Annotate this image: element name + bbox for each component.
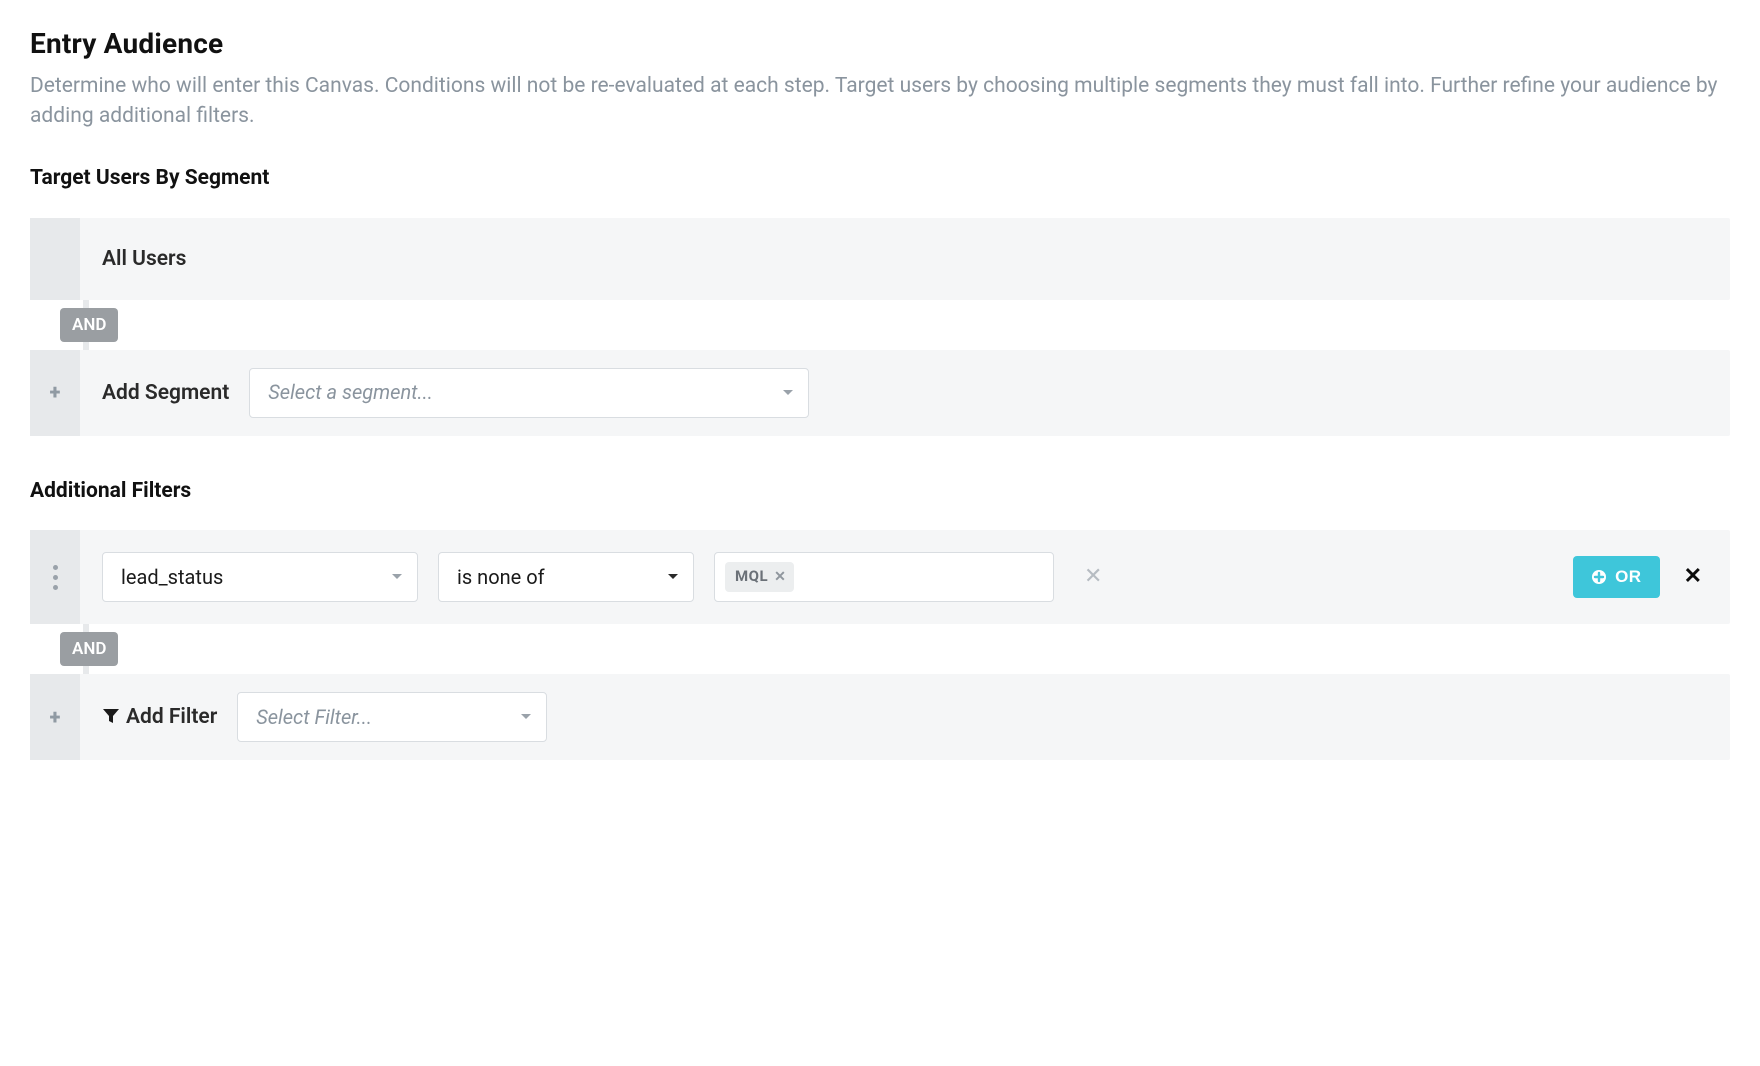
add-segment-handle[interactable]: + — [30, 350, 80, 436]
add-filter-handle[interactable]: + — [30, 674, 80, 760]
plus-circle-icon — [1591, 569, 1607, 585]
segments-section-title: Target Users By Segment — [30, 163, 1730, 193]
filter-attribute-select[interactable]: lead_status — [102, 552, 418, 602]
filter-value-tag-text: MQL — [735, 566, 768, 588]
filter-attribute-value: lead_status — [121, 563, 223, 592]
caret-down-icon — [782, 387, 794, 399]
remove-tag-icon[interactable]: ✕ — [774, 567, 786, 587]
add-segment-label: Add Segment — [102, 378, 229, 408]
filter-operator-select[interactable]: is none of — [438, 552, 694, 602]
filter-select[interactable]: Select Filter... — [237, 692, 547, 742]
plus-icon: + — [50, 703, 61, 732]
filter-row: lead_status is none of MQL ✕ ✕ — [30, 530, 1730, 624]
filter-row-handle[interactable] — [30, 530, 80, 624]
remove-filter-icon[interactable]: ✕ — [1684, 561, 1702, 593]
segment-row: All Users — [30, 218, 1730, 300]
caret-down-icon — [520, 711, 532, 723]
add-filter-text: Add Filter — [126, 705, 217, 729]
filter-operator-value: is none of — [457, 563, 545, 592]
segment-select[interactable]: Select a segment... — [249, 368, 809, 418]
or-button-label: OR — [1615, 567, 1642, 587]
clear-filter-value-icon[interactable]: ✕ — [1080, 561, 1106, 593]
page-title: Entry Audience — [30, 24, 1730, 65]
filter-value-tag: MQL ✕ — [725, 562, 794, 592]
filter-value-input[interactable]: MQL ✕ — [714, 552, 1054, 602]
add-segment-row: + Add Segment Select a segment... — [30, 350, 1730, 436]
and-chip: AND — [60, 308, 118, 342]
segment-select-placeholder: Select a segment... — [268, 378, 433, 407]
filter-select-placeholder: Select Filter... — [256, 703, 372, 732]
caret-down-icon — [391, 571, 403, 583]
segment-row-label: All Users — [102, 244, 186, 274]
add-filter-label: Add Filter — [102, 702, 217, 732]
drag-handle-icon — [53, 565, 58, 590]
funnel-icon — [102, 707, 120, 725]
caret-down-icon — [667, 571, 679, 583]
or-button[interactable]: OR — [1573, 556, 1660, 598]
plus-icon: + — [50, 378, 61, 407]
segment-row-handle — [30, 218, 80, 300]
filters-section-title: Additional Filters — [30, 476, 1730, 506]
page-description: Determine who will enter this Canvas. Co… — [30, 71, 1730, 132]
add-filter-row: + Add Filter Select Filter... — [30, 674, 1730, 760]
and-chip: AND — [60, 632, 118, 666]
